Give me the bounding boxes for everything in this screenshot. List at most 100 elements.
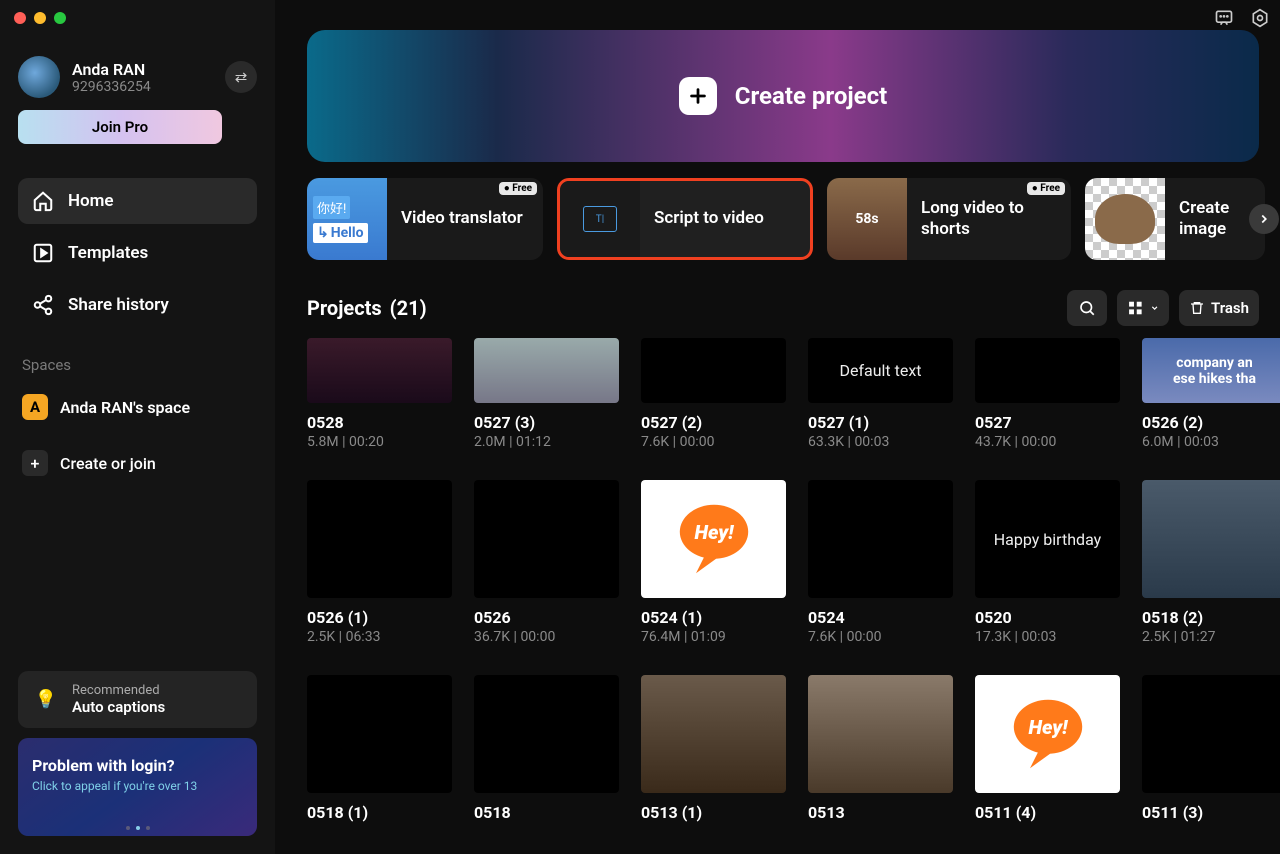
project-thumb bbox=[641, 338, 786, 403]
feature-create-image[interactable]: Create image bbox=[1085, 178, 1265, 260]
nav-share-label: Share history bbox=[68, 295, 169, 315]
project-card[interactable]: 0524 7.6K | 00:00 bbox=[808, 480, 953, 645]
nav-share-history[interactable]: Share history bbox=[18, 282, 257, 328]
project-meta: 6.0M | 00:03 bbox=[1142, 434, 1280, 450]
project-name: 0527 (3) bbox=[474, 413, 619, 432]
project-thumb bbox=[474, 338, 619, 403]
maximize-window[interactable] bbox=[54, 12, 66, 24]
login-title: Problem with login? bbox=[32, 756, 243, 775]
project-card[interactable]: company anese hikes tha0526 (2)6.0M | 00… bbox=[1142, 338, 1280, 450]
project-card[interactable]: 0527 (2) 7.6K | 00:00 bbox=[641, 338, 786, 450]
project-card[interactable]: Default text0527 (1)63.3K | 00:03 bbox=[808, 338, 953, 450]
project-card[interactable]: 0518 (2)2.5K | 01:27 bbox=[1142, 480, 1280, 645]
create-join-button[interactable]: + Create or join bbox=[18, 440, 257, 486]
project-card[interactable]: Hey!0524 (1)76.4M | 01:09 bbox=[641, 480, 786, 645]
swap-account-button[interactable]: ⇄ bbox=[225, 61, 257, 93]
feature-video-translator[interactable]: 你好! ↳Hello Video translator ● Free bbox=[307, 178, 543, 260]
view-toggle-button[interactable] bbox=[1117, 290, 1169, 326]
create-project-label: Create project bbox=[735, 82, 887, 110]
project-card[interactable]: 0518 bbox=[474, 675, 619, 824]
project-name: 0511 (3) bbox=[1142, 803, 1280, 822]
project-thumb bbox=[641, 675, 786, 793]
project-card[interactable]: 0511 (3) bbox=[1142, 675, 1280, 824]
project-thumb: Hey! bbox=[641, 480, 786, 598]
project-meta: 63.3K | 00:03 bbox=[808, 434, 953, 450]
feature-thumb: 你好! ↳Hello bbox=[307, 178, 387, 260]
project-meta: 7.6K | 00:00 bbox=[641, 434, 786, 450]
feature-long-to-shorts[interactable]: 58s Long video to shorts ● Free bbox=[827, 178, 1071, 260]
project-thumb bbox=[808, 675, 953, 793]
main-area: Create project 你好! ↳Hello Video translat… bbox=[275, 0, 1280, 854]
project-name: 0526 bbox=[474, 608, 619, 627]
create-join-label: Create or join bbox=[60, 454, 156, 473]
window-controls bbox=[14, 12, 66, 24]
project-name: 0518 (2) bbox=[1142, 608, 1280, 627]
topbar bbox=[1214, 8, 1270, 28]
feature-thumb bbox=[1085, 178, 1165, 260]
trash-label: Trash bbox=[1211, 299, 1249, 317]
project-name: 0524 (1) bbox=[641, 608, 786, 627]
free-badge: ● Free bbox=[1027, 182, 1065, 195]
search-button[interactable] bbox=[1067, 290, 1107, 326]
chat-icon[interactable] bbox=[1214, 8, 1234, 28]
project-name: 0527 (2) bbox=[641, 413, 786, 432]
project-name: 0524 bbox=[808, 608, 953, 627]
project-thumb bbox=[307, 480, 452, 598]
profile-block[interactable]: Anda RAN 9296336254 ⇄ bbox=[18, 56, 257, 98]
project-name: 0511 (4) bbox=[975, 803, 1120, 822]
lightbulb-icon: 💡 bbox=[32, 686, 60, 714]
feature-script-to-video[interactable]: T| Script to video bbox=[557, 178, 813, 260]
space-name: Anda RAN's space bbox=[60, 398, 190, 417]
join-pro-button[interactable]: Join Pro bbox=[18, 110, 222, 144]
project-card[interactable]: 0527 (3) 2.0M | 01:12 bbox=[474, 338, 619, 450]
space-item[interactable]: A Anda RAN's space bbox=[18, 384, 257, 430]
create-project-button[interactable]: Create project bbox=[307, 30, 1259, 162]
plus-icon: + bbox=[22, 450, 48, 476]
recommended-card[interactable]: 💡 Recommended Auto captions bbox=[18, 671, 257, 728]
project-meta: 43.7K | 00:00 bbox=[975, 434, 1120, 450]
nav-home-label: Home bbox=[68, 191, 114, 211]
project-meta: 2.0M | 01:12 bbox=[474, 434, 619, 450]
trash-button[interactable]: Trash bbox=[1179, 290, 1259, 326]
project-card[interactable]: 0526 36.7K | 00:00 bbox=[474, 480, 619, 645]
profile-id: 9296336254 bbox=[72, 79, 213, 95]
free-badge: ● Free bbox=[499, 182, 537, 195]
nav-home[interactable]: Home bbox=[18, 178, 257, 224]
project-card[interactable]: Happy birthday052017.3K | 00:03 bbox=[975, 480, 1120, 645]
project-name: 0526 (2) bbox=[1142, 413, 1280, 432]
settings-icon[interactable] bbox=[1250, 8, 1270, 28]
feature-next-button[interactable] bbox=[1249, 204, 1279, 234]
projects-header: Projects (21) Trash bbox=[307, 290, 1259, 326]
feature-thumb: 58s bbox=[827, 178, 907, 260]
home-icon bbox=[32, 190, 54, 212]
project-meta: 17.3K | 00:03 bbox=[975, 629, 1120, 645]
main-nav: Home Templates Share history bbox=[18, 178, 257, 328]
feature-title: Long video to shorts bbox=[907, 198, 1071, 241]
project-thumb: Happy birthday bbox=[975, 480, 1120, 598]
project-card[interactable]: 0518 (1) bbox=[307, 675, 452, 824]
minimize-window[interactable] bbox=[34, 12, 46, 24]
project-meta: 7.6K | 00:00 bbox=[808, 629, 953, 645]
nav-templates-label: Templates bbox=[68, 243, 148, 263]
project-thumb: Hey! bbox=[975, 675, 1120, 793]
project-name: 0527 bbox=[975, 413, 1120, 432]
project-card[interactable]: 05285.8M | 00:20 bbox=[307, 338, 452, 450]
project-card[interactable]: 0513 (1) bbox=[641, 675, 786, 824]
profile-name: Anda RAN bbox=[72, 60, 213, 79]
project-card[interactable]: 0527 43.7K | 00:00 bbox=[975, 338, 1120, 450]
nav-templates[interactable]: Templates bbox=[18, 230, 257, 276]
project-thumb bbox=[474, 480, 619, 598]
login-help-card[interactable]: Problem with login? Click to appeal if y… bbox=[18, 738, 257, 836]
project-card[interactable]: Hey! 0511 (4) bbox=[975, 675, 1120, 824]
project-card[interactable]: 0526 (1)2.5K | 06:33 bbox=[307, 480, 452, 645]
project-thumb bbox=[307, 338, 452, 403]
spaces-label: Spaces bbox=[22, 356, 253, 374]
project-card[interactable]: 0513 bbox=[808, 675, 953, 824]
close-window[interactable] bbox=[14, 12, 26, 24]
templates-icon bbox=[32, 242, 54, 264]
project-meta: 36.7K | 00:00 bbox=[474, 629, 619, 645]
project-name: 0526 (1) bbox=[307, 608, 452, 627]
project-name: 0513 (1) bbox=[641, 803, 786, 822]
sidebar: Anda RAN 9296336254 ⇄ Join Pro Home Temp… bbox=[0, 0, 275, 854]
project-thumb bbox=[808, 480, 953, 598]
